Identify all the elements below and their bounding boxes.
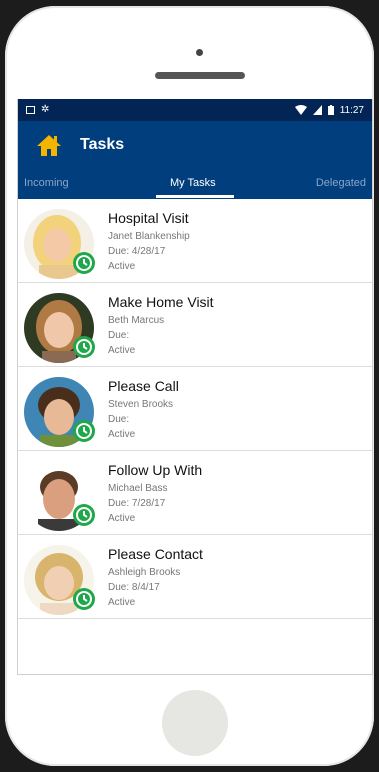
task-status: Active [108,429,136,440]
task-due: Due: [108,330,130,341]
phone-frame: ✲ 11:27 Tasks Incoming My Tasks Delegate… [5,6,374,766]
task-due: Due: 8/4/17 [108,582,160,593]
page-title: Tasks [80,136,125,153]
tab-incoming[interactable]: Incoming [24,177,69,189]
clock-icon [73,420,95,442]
app-screen: ✲ 11:27 Tasks Incoming My Tasks Delegate… [17,99,373,675]
task-assignee: Michael Bass [108,483,168,494]
task-title: Please Call [108,378,179,394]
status-time: 11:27 [339,104,364,116]
wifi-icon [294,105,307,115]
home-button[interactable] [162,690,228,756]
task-status: Active [108,597,136,608]
task-assignee: Beth Marcus [108,315,165,326]
tab-bar: Incoming My Tasks Delegated [18,169,372,199]
clock-icon [73,336,95,358]
task-row[interactable]: Hospital Visit Janet Blankenship Due: 4/… [18,199,372,283]
front-camera [196,49,203,56]
task-title: Follow Up With [108,462,203,478]
task-row[interactable]: Please Contact Ashleigh Brooks Due: 8/4/… [18,535,372,619]
task-assignee: Ashleigh Brooks [108,567,181,578]
battery-icon [327,105,334,115]
task-assignee: Steven Brooks [108,399,174,410]
task-row[interactable]: Please Call Steven Brooks Due: Active [18,367,372,451]
tab-delegated[interactable]: Delegated [316,177,366,189]
clock-icon [73,588,95,610]
clock-icon [73,252,95,274]
active-tab-indicator [156,195,234,198]
task-status: Active [108,345,136,356]
task-title: Make Home Visit [108,294,214,310]
task-row[interactable]: Make Home Visit Beth Marcus Due: Active [18,283,372,367]
clock-icon [73,504,95,526]
task-due: Due: 4/28/17 [108,246,166,257]
app-bar: Tasks [18,121,372,169]
task-status: Active [108,261,136,272]
usb-icon: ✲ [41,104,50,115]
task-due: Due: [108,414,130,425]
task-due: Due: 7/28/17 [108,498,166,509]
earpiece-speaker [155,72,245,79]
task-title: Hospital Visit [108,210,189,226]
tab-my-tasks[interactable]: My Tasks [170,177,216,189]
home-icon[interactable] [36,133,62,157]
task-assignee: Janet Blankenship [108,231,190,242]
task-status: Active [108,513,136,524]
signal-icon [312,105,322,115]
task-row[interactable]: Follow Up With Michael Bass Due: 7/28/17… [18,451,372,535]
task-list: Hospital Visit Janet Blankenship Due: 4/… [18,199,372,619]
task-title: Please Contact [108,546,203,562]
status-bar: ✲ 11:27 [18,99,372,121]
notification-icon [26,106,35,114]
